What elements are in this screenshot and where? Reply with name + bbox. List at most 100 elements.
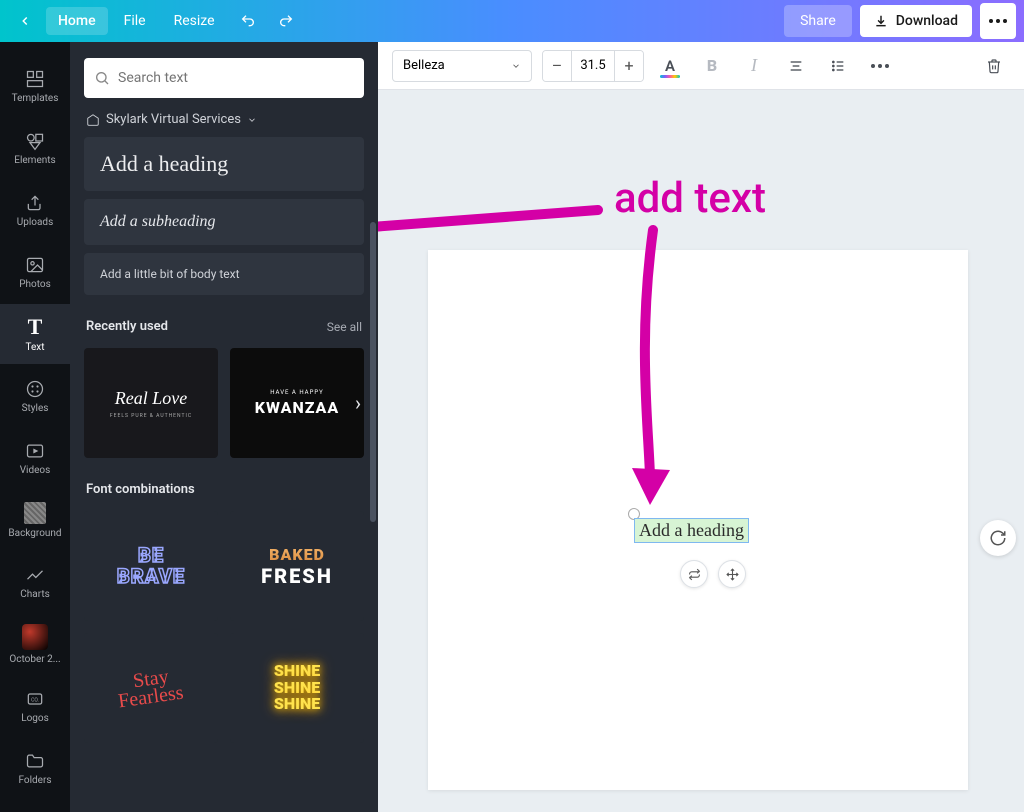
nav-label: Folders xyxy=(18,775,51,786)
nav-label: Styles xyxy=(22,403,49,414)
nav-background[interactable]: Background xyxy=(0,490,70,550)
add-body-text-card[interactable]: Add a little bit of body text xyxy=(84,253,364,295)
nav-label: October 2... xyxy=(9,654,60,665)
download-icon xyxy=(874,14,888,28)
italic-button[interactable]: I xyxy=(738,50,770,82)
font-name: Belleza xyxy=(403,58,445,73)
nav-label: Elements xyxy=(14,155,55,166)
font-size-decrease[interactable]: – xyxy=(543,50,571,82)
folders-icon xyxy=(25,751,45,771)
text-panel: Skylark Virtual Services Add a heading A… xyxy=(70,42,378,812)
font-family-select[interactable]: Belleza xyxy=(392,50,532,82)
text-template-kwanzaa[interactable]: HAVE A HAPPY KWANZAA xyxy=(230,348,364,458)
sync-icon xyxy=(989,529,1007,547)
text-template-baked-fresh[interactable]: BAKED FRESH xyxy=(230,511,364,621)
text-toolbar: Belleza – 31.5 + A B I xyxy=(378,42,1024,90)
thumb-text: FEELS PURE & AUTHENTIC xyxy=(110,413,192,419)
nav-label: Background xyxy=(8,528,61,539)
thumb-text: KWANZAA xyxy=(255,398,339,417)
nav-folders[interactable]: Folders xyxy=(0,738,70,798)
nav-templates[interactable]: Templates xyxy=(0,56,70,116)
add-heading-card[interactable]: Add a heading xyxy=(84,137,364,191)
annotation-label: add text xyxy=(614,174,766,223)
more-menu-button[interactable] xyxy=(980,3,1016,39)
list-icon xyxy=(830,58,846,74)
text-template-stay-fearless[interactable]: Stay Fearless xyxy=(84,633,218,743)
side-nav: Templates Elements Uploads Photos T Text… xyxy=(0,42,70,812)
brandkit-icon xyxy=(86,113,100,127)
more-text-options[interactable] xyxy=(864,50,896,82)
carousel-next-button[interactable]: › xyxy=(346,391,370,415)
sync-button[interactable] xyxy=(980,520,1016,556)
nav-elements[interactable]: Elements xyxy=(0,118,70,178)
trash-icon xyxy=(986,58,1002,74)
nav-charts[interactable]: Charts xyxy=(0,552,70,612)
font-size-stepper: – 31.5 + xyxy=(542,50,644,82)
text-template-shine[interactable]: SHINE SHINE SHINE xyxy=(230,633,364,743)
logos-icon: CO. xyxy=(25,689,45,709)
font-size-value[interactable]: 31.5 xyxy=(571,50,615,82)
add-subheading-card[interactable]: Add a subheading xyxy=(84,199,364,245)
nav-photos[interactable]: Photos xyxy=(0,242,70,302)
svg-text:CO.: CO. xyxy=(31,697,39,703)
font-size-increase[interactable]: + xyxy=(615,50,643,82)
thumb-text: Fearless xyxy=(117,684,184,711)
nav-label: Charts xyxy=(20,589,50,600)
search-input[interactable] xyxy=(118,70,354,86)
brandkit-dropdown[interactable]: Skylark Virtual Services xyxy=(70,108,378,137)
nav-recent-design[interactable]: October 2... xyxy=(0,614,70,674)
thumb-text: HAVE A HAPPY xyxy=(270,389,324,396)
nav-label: Templates xyxy=(12,93,59,104)
videos-icon xyxy=(25,441,45,461)
bold-button[interactable]: B xyxy=(696,50,728,82)
nav-uploads[interactable]: Uploads xyxy=(0,180,70,240)
file-menu[interactable]: File xyxy=(112,7,158,35)
see-all-link[interactable]: See all xyxy=(327,320,362,334)
font-color-button[interactable]: A xyxy=(654,50,686,82)
thumb-text: BRAVE xyxy=(117,566,185,587)
thumb-text: Real Love xyxy=(115,388,187,409)
chevron-down-icon xyxy=(511,61,521,71)
search-icon xyxy=(94,70,110,86)
nav-videos[interactable]: Videos xyxy=(0,428,70,488)
search-input-wrap[interactable] xyxy=(84,58,364,98)
photos-icon xyxy=(25,255,45,275)
undo-button[interactable] xyxy=(231,4,265,38)
alignment-button[interactable] xyxy=(780,50,812,82)
nav-label: Videos xyxy=(20,465,51,476)
share-button[interactable]: Share xyxy=(784,5,852,37)
text-template-be-brave[interactable]: BE BRAVE xyxy=(84,511,218,621)
templates-icon xyxy=(25,69,45,89)
move-button[interactable] xyxy=(718,560,746,588)
nav-label: Uploads xyxy=(17,217,53,228)
design-canvas[interactable]: Add a heading xyxy=(428,250,968,790)
download-button[interactable]: Download xyxy=(860,5,972,37)
canvas-text-element[interactable]: Add a heading xyxy=(634,518,749,543)
back-icon[interactable] xyxy=(8,4,42,38)
text-icon: T xyxy=(28,316,43,338)
styles-icon xyxy=(25,379,45,399)
nav-text[interactable]: T Text xyxy=(0,304,70,364)
nav-label: Logos xyxy=(21,713,49,724)
top-bar: Home File Resize Share Download xyxy=(0,0,1024,42)
delete-button[interactable] xyxy=(978,50,1010,82)
duplicate-icon xyxy=(688,568,701,581)
ellipsis-icon xyxy=(871,64,889,68)
home-button[interactable]: Home xyxy=(46,7,108,35)
brandkit-label: Skylark Virtual Services xyxy=(106,112,241,127)
thumb-text: BAKED xyxy=(269,545,325,564)
text-template-real-love[interactable]: Real Love FEELS PURE & AUTHENTIC xyxy=(84,348,218,458)
thumb-text: SHINE xyxy=(274,696,320,713)
nav-label: Photos xyxy=(19,279,51,290)
thumb-text: FRESH xyxy=(261,564,333,588)
list-button[interactable] xyxy=(822,50,854,82)
duplicate-button[interactable] xyxy=(680,560,708,588)
nav-styles[interactable]: Styles xyxy=(0,366,70,426)
background-icon xyxy=(24,502,46,524)
resize-menu[interactable]: Resize xyxy=(162,7,227,35)
redo-button[interactable] xyxy=(269,4,303,38)
nav-logos[interactable]: CO. Logos xyxy=(0,676,70,736)
charts-icon xyxy=(25,565,45,585)
design-thumbnail-icon xyxy=(22,624,48,650)
canvas-area: Belleza – 31.5 + A B I xyxy=(378,42,1024,812)
